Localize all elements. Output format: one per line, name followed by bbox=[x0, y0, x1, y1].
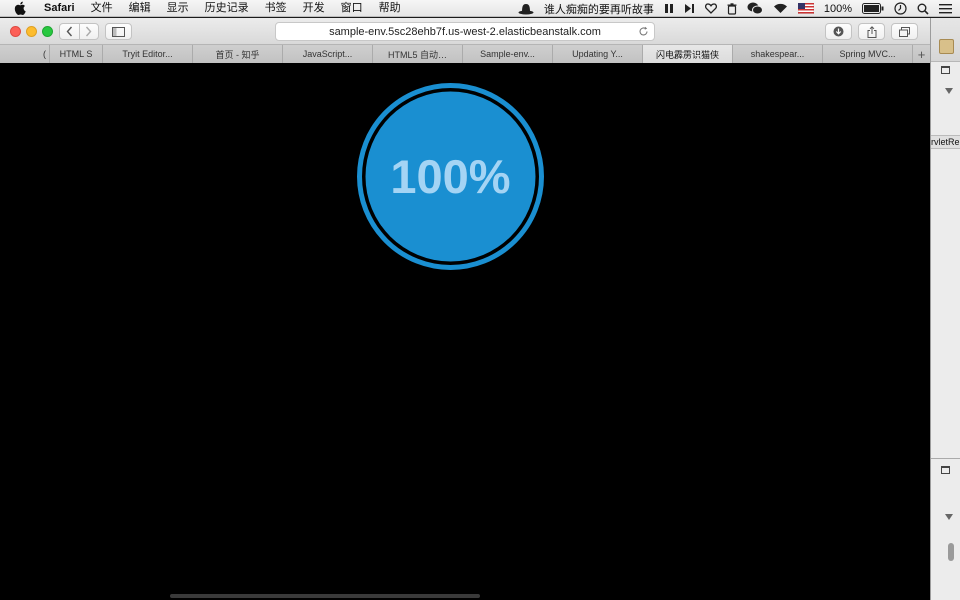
show-tabs-button[interactable] bbox=[891, 23, 918, 40]
tab-8[interactable]: Updating Y... bbox=[553, 45, 643, 63]
battery-icon[interactable] bbox=[857, 0, 889, 17]
apple-logo-icon[interactable] bbox=[12, 0, 28, 16]
menu-edit[interactable]: 编辑 bbox=[121, 0, 159, 17]
hat-icon[interactable] bbox=[513, 0, 539, 17]
download-icon bbox=[833, 26, 844, 37]
tab-11[interactable]: Spring MVC... bbox=[823, 45, 913, 63]
tab-label: 首页 - 知乎 bbox=[215, 49, 260, 60]
wechat-icon[interactable] bbox=[742, 0, 768, 17]
tab-label: Spring MVC... bbox=[839, 49, 896, 59]
chevron-left-icon bbox=[66, 26, 73, 37]
status-area: 谁人痴痴的要再听故事 100% bbox=[513, 0, 960, 17]
search-icon[interactable] bbox=[912, 0, 934, 17]
tab-label: Tryit Editor... bbox=[122, 49, 173, 59]
trash-icon[interactable] bbox=[722, 0, 742, 17]
tab-4[interactable]: 首页 - 知乎 bbox=[193, 45, 283, 63]
menu-app-safari[interactable]: Safari bbox=[36, 0, 83, 17]
new-tab-button[interactable]: + bbox=[913, 45, 930, 63]
tab-label: JavaScript... bbox=[302, 49, 353, 59]
share-icon bbox=[867, 25, 876, 38]
progress-percent-label: 100% bbox=[390, 150, 511, 203]
sidebar-icon bbox=[112, 26, 125, 37]
page-content: 100% bbox=[0, 64, 930, 600]
fullscreen-window-button[interactable] bbox=[42, 26, 53, 37]
tab-6[interactable]: HTML5 自动… bbox=[373, 45, 463, 63]
sidebar-button[interactable] bbox=[105, 23, 132, 40]
menu-file[interactable]: 文件 bbox=[83, 0, 121, 17]
vertical-scrollbar[interactable] bbox=[948, 543, 954, 561]
downloads-button[interactable] bbox=[825, 23, 852, 40]
next-track-icon[interactable] bbox=[679, 0, 700, 17]
tab-label: HTML5 自动… bbox=[387, 49, 447, 60]
address-text: sample-env.5sc28ehb7f.us-west-2.elasticb… bbox=[329, 25, 601, 38]
pause-icon[interactable] bbox=[659, 0, 679, 17]
disclosure-triangle-icon[interactable] bbox=[945, 514, 953, 520]
tab-7[interactable]: Sample-env... bbox=[463, 45, 553, 63]
back-button[interactable] bbox=[60, 24, 79, 39]
menu-view[interactable]: 显示 bbox=[159, 0, 197, 17]
window-icon[interactable] bbox=[941, 66, 950, 74]
menu-help[interactable]: 帮助 bbox=[371, 0, 409, 17]
tab-9-active[interactable]: 闪电霹雳识猫侠 bbox=[643, 45, 733, 63]
chevron-right-icon bbox=[86, 26, 92, 37]
background-window-text: rvletRe bbox=[931, 135, 960, 149]
menu-history[interactable]: 历史记录 bbox=[197, 0, 257, 17]
tab-1[interactable]: ( bbox=[0, 45, 50, 63]
tab-label: Updating Y... bbox=[572, 49, 623, 59]
heart-icon[interactable] bbox=[700, 0, 722, 17]
app-icon[interactable] bbox=[939, 39, 954, 54]
menu-develop[interactable]: 开发 bbox=[295, 0, 333, 17]
tab-label: Sample-env... bbox=[480, 49, 535, 59]
toolbar: sample-env.5sc28ehb7f.us-west-2.elasticb… bbox=[0, 18, 930, 45]
battery-percent[interactable]: 100% bbox=[819, 0, 857, 17]
share-button[interactable] bbox=[858, 23, 885, 40]
tab-10[interactable]: shakespear... bbox=[733, 45, 823, 63]
clock-icon[interactable] bbox=[889, 0, 912, 17]
wifi-icon[interactable] bbox=[768, 0, 793, 17]
address-bar[interactable]: sample-env.5sc28ehb7f.us-west-2.elasticb… bbox=[275, 22, 655, 41]
plus-icon: + bbox=[917, 46, 926, 62]
us-flag-icon[interactable] bbox=[793, 0, 819, 17]
tab-label: shakespear... bbox=[750, 49, 805, 59]
menu-icon[interactable] bbox=[934, 0, 960, 17]
divider bbox=[931, 458, 960, 459]
menu-bookmarks[interactable]: 书签 bbox=[257, 0, 295, 17]
tabs-overview-icon bbox=[899, 26, 910, 37]
tab-bar: ( HTML S Tryit Editor... 首页 - 知乎 JavaScr… bbox=[0, 45, 930, 63]
horizontal-scrollbar[interactable] bbox=[170, 594, 480, 598]
reload-icon[interactable] bbox=[638, 26, 649, 37]
tab-label: 闪电霹雳识猫侠 bbox=[655, 49, 719, 60]
window-icon[interactable] bbox=[941, 466, 950, 474]
minimize-window-button[interactable] bbox=[26, 26, 37, 37]
close-window-button[interactable] bbox=[10, 26, 21, 37]
tab-5[interactable]: JavaScript... bbox=[283, 45, 373, 63]
tab-2[interactable]: HTML S bbox=[50, 45, 103, 63]
menu-window[interactable]: 窗口 bbox=[333, 0, 371, 17]
disclosure-triangle-icon[interactable] bbox=[945, 88, 953, 94]
nav-button-group bbox=[59, 23, 99, 40]
menu-bar: Safari 文件 编辑 显示 历史记录 书签 开发 窗口 帮助 谁人痴痴的要再… bbox=[0, 0, 960, 17]
background-window[interactable]: rvletRe bbox=[930, 18, 960, 600]
tab-label: HTML S bbox=[59, 49, 93, 59]
forward-button[interactable] bbox=[78, 24, 98, 39]
now-playing-text[interactable]: 谁人痴痴的要再听故事 bbox=[539, 0, 659, 17]
tab-3[interactable]: Tryit Editor... bbox=[103, 45, 193, 63]
tab-label: ( bbox=[43, 49, 46, 59]
safari-window: sample-env.5sc28ehb7f.us-west-2.elasticb… bbox=[0, 18, 930, 600]
